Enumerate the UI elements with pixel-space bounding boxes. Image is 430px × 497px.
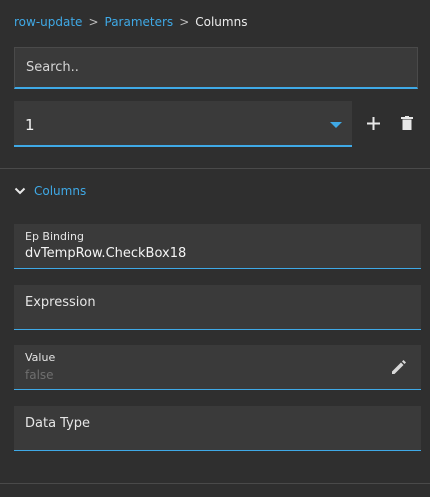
- value-text: false: [25, 368, 54, 382]
- breadcrumb-current: Columns: [195, 15, 248, 29]
- trash-icon: [401, 116, 413, 130]
- search-field: [14, 47, 418, 89]
- breadcrumb-separator: >: [179, 15, 190, 29]
- properties-panel: row-update>Parameters>Columns 1 Columns …: [0, 0, 430, 497]
- plus-icon: [366, 116, 380, 130]
- breadcrumb-separator: >: [88, 15, 99, 29]
- row-selector-dropdown[interactable]: 1: [14, 101, 352, 147]
- ep-binding-field[interactable]: Ep Binding dvTempRow.CheckBox18: [14, 224, 421, 269]
- chevron-down-icon: [14, 187, 26, 195]
- dropdown-caret-icon: [330, 122, 342, 128]
- breadcrumb-link-row-update[interactable]: row-update: [14, 15, 82, 29]
- delete-button[interactable]: [396, 112, 418, 134]
- ep-binding-value: dvTempRow.CheckBox18: [25, 246, 187, 261]
- breadcrumb: row-update > Parameters > Columns: [14, 15, 247, 29]
- divider: [0, 483, 430, 484]
- pencil-icon: [392, 360, 406, 374]
- data-type-field[interactable]: Data Type: [14, 406, 421, 451]
- value-label: Value: [25, 351, 56, 364]
- divider: [0, 168, 430, 169]
- ep-binding-label: Ep Binding: [25, 230, 84, 243]
- expression-field[interactable]: Expression: [14, 285, 421, 330]
- section-title: Columns: [34, 184, 87, 198]
- columns-section-toggle[interactable]: Columns: [14, 182, 86, 200]
- edit-value-button[interactable]: [389, 357, 409, 377]
- add-button[interactable]: [362, 112, 384, 134]
- breadcrumb-link-parameters[interactable]: Parameters: [105, 15, 174, 29]
- search-input[interactable]: [15, 48, 417, 87]
- selected-value: 1: [25, 116, 35, 134]
- expression-label: Expression: [25, 295, 96, 310]
- data-type-label: Data Type: [25, 416, 91, 431]
- value-field[interactable]: Value false: [14, 345, 421, 390]
